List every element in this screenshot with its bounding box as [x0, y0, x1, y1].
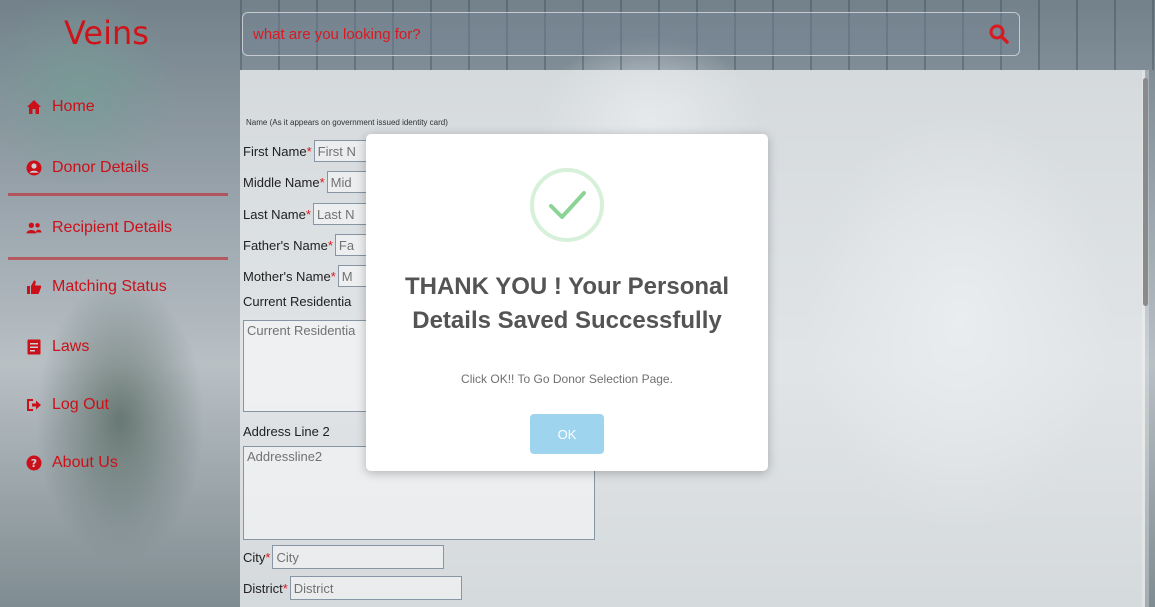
dialog-title: THANK YOU ! Your Personal Details Saved … — [366, 270, 768, 338]
dialog-title-line1: THANK YOU ! Your Personal — [404, 273, 730, 300]
ok-button[interactable]: OK — [530, 414, 604, 454]
success-dialog: THANK YOU ! Your Personal Details Saved … — [366, 134, 768, 471]
dialog-message: Click OK!! To Go Donor Selection Page. — [461, 372, 673, 386]
success-check-icon — [530, 168, 604, 242]
dialog-title-line2: Details Saved Successfully — [412, 307, 722, 334]
